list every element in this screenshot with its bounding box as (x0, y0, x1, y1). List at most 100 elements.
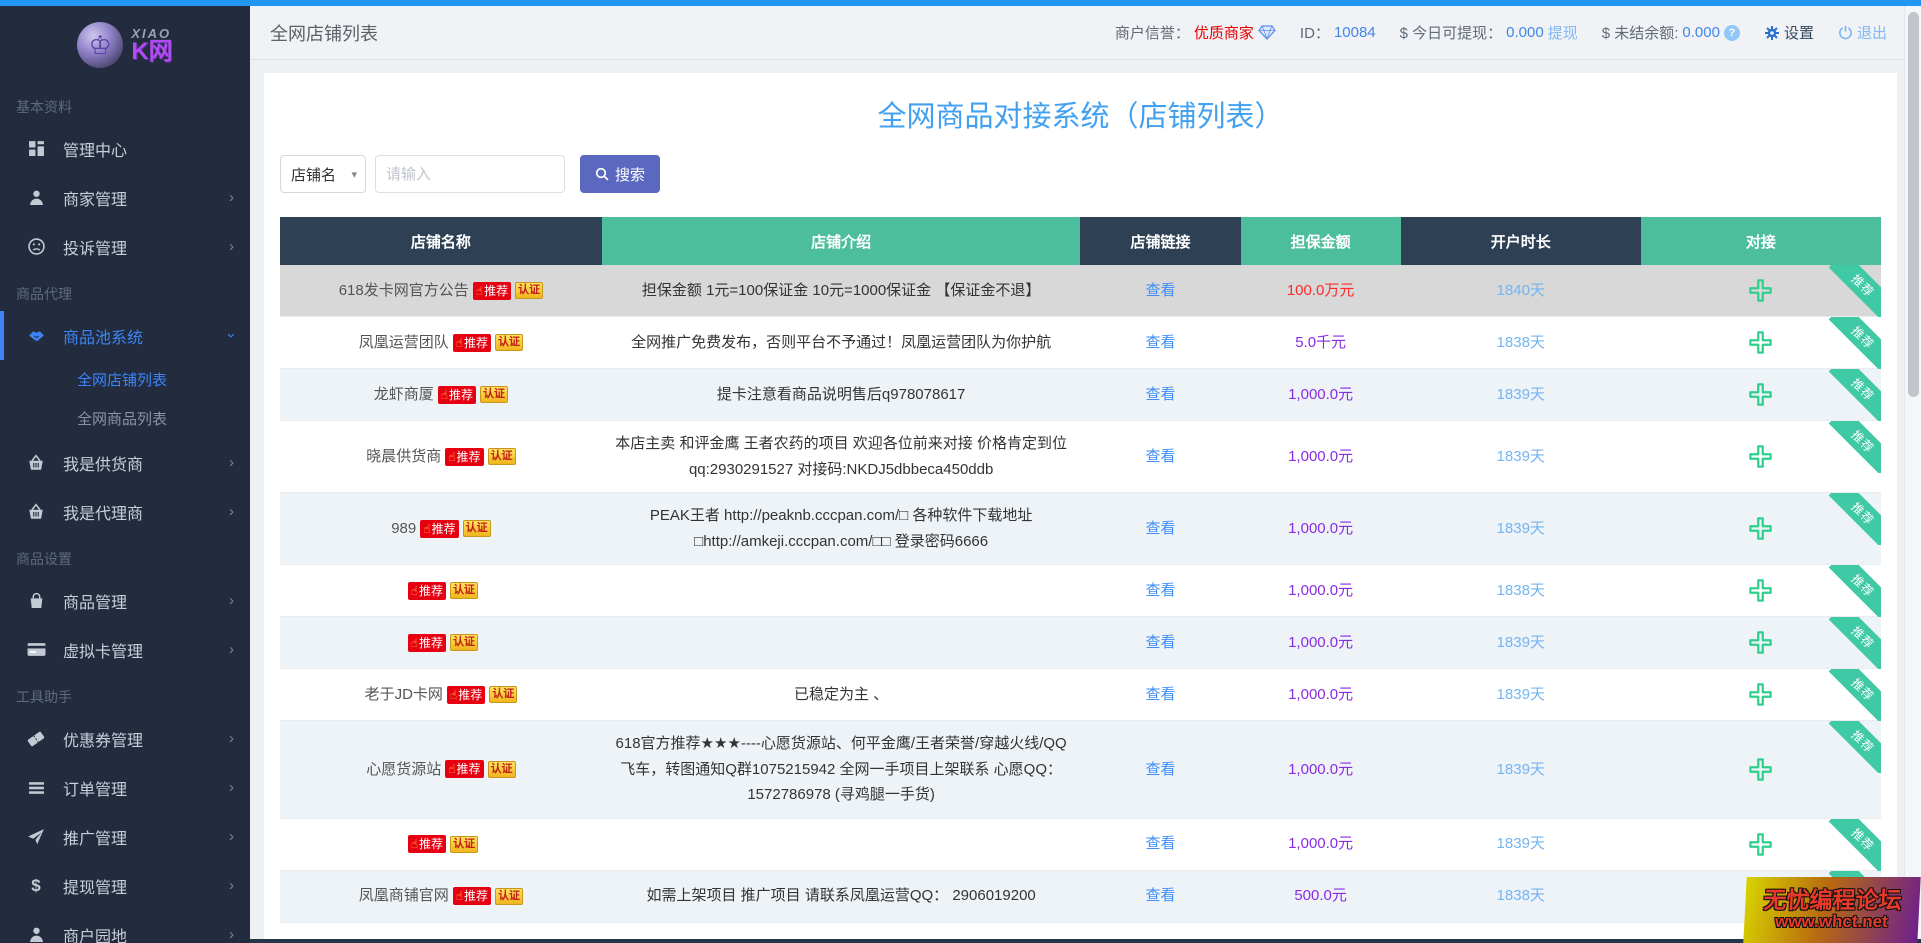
connect-plus-icon[interactable] (1747, 831, 1774, 858)
settings-button[interactable]: 设置 (1764, 22, 1814, 43)
view-link[interactable]: 查看 (1146, 382, 1176, 408)
connect-plus-icon[interactable] (1747, 681, 1774, 708)
user-icon (26, 189, 46, 206)
view-link[interactable]: 查看 (1146, 757, 1176, 783)
sidebar-item-order-mgmt[interactable]: 订单管理 › (0, 763, 250, 812)
table-header: 店铺名称 店铺介绍 店铺链接 担保金额 开户时长 对接 (280, 217, 1881, 265)
merchant-reputation: 商户信誉： 优质商家 (1115, 22, 1276, 43)
view-link[interactable]: 查看 (1146, 630, 1176, 656)
search-bar: 店铺名 ▾ 搜索 (280, 155, 1881, 193)
chevron-right-icon: › (229, 926, 234, 943)
sidebar-item-withdraw-mgmt[interactable]: $ 提现管理 › (0, 861, 250, 910)
connect-plus-icon[interactable] (1747, 277, 1774, 304)
chevron-right-icon: › (229, 503, 234, 520)
verified-badge: 认证 (495, 888, 523, 905)
view-link[interactable]: 查看 (1146, 330, 1176, 356)
scrollbar-thumb[interactable] (1908, 12, 1919, 397)
col-connect: 对接 (1641, 217, 1881, 265)
shop-intro: 如需上架项目 推广项目 请联系凤凰运营QQ： 2906019200 (602, 871, 1081, 922)
connect-plus-icon[interactable] (1747, 577, 1774, 604)
connect-plus-icon[interactable] (1747, 381, 1774, 408)
connect-plus-icon[interactable] (1747, 515, 1774, 542)
basket-icon (26, 503, 46, 521)
sidebar-item-product-mgmt[interactable]: 商品管理 › (0, 576, 250, 625)
thumb-up-icon: ☝ (450, 689, 457, 701)
account-age: 1839天 (1401, 421, 1641, 492)
guarantee-amount: 1,000.0元 (1241, 617, 1401, 668)
unsettled-balance: $ 未结余额: 0.000 ? (1602, 22, 1740, 43)
shop-intro (602, 819, 1081, 870)
recommend-badge: ☝推荐 (445, 448, 483, 466)
shop-name: 龙虾商厦 (374, 382, 434, 408)
guarantee-amount: 100.0万元 (1241, 265, 1401, 316)
col-account-age: 开户时长 (1401, 217, 1641, 265)
shop-intro (602, 565, 1081, 616)
handshake-icon (26, 326, 46, 345)
search-button[interactable]: 搜索 (580, 155, 660, 193)
shop-name: 老于JD卡网 (365, 682, 443, 708)
sidebar-item-merchant-mgmt[interactable]: 商家管理 › (0, 173, 250, 222)
guarantee-amount: 1,000.0元 (1241, 669, 1401, 720)
table-row: 凤凰商铺官网 ☝推荐 认证 如需上架项目 推广项目 请联系凤凰运营QQ： 290… (280, 871, 1881, 923)
recommend-badge: ☝推荐 (445, 760, 483, 778)
chevron-right-icon: › (229, 641, 234, 658)
shop-name: 凤凰运营团队 (359, 330, 449, 356)
chevron-expanded-icon: › (223, 333, 240, 338)
sidebar-item-coupon-mgmt[interactable]: 优惠券管理 › (0, 714, 250, 763)
account-age: 1839天 (1401, 721, 1641, 818)
guarantee-amount: 1,000.0元 (1241, 493, 1401, 564)
chevron-right-icon: › (229, 828, 234, 845)
thumb-up-icon: ☝ (448, 763, 455, 775)
sidebar-subitem-product-list[interactable]: 全网商品列表 (0, 399, 250, 438)
sidebar-item-admin-center[interactable]: 管理中心 (0, 124, 250, 173)
view-link[interactable]: 查看 (1146, 883, 1176, 909)
sidebar-item-product-pool[interactable]: 商品池系统 › (0, 311, 250, 360)
gear-icon (1764, 25, 1780, 41)
view-link[interactable]: 查看 (1146, 278, 1176, 304)
account-age: 1838天 (1401, 871, 1641, 922)
shop-name: 晓晨供货商 (366, 444, 441, 470)
withdraw-link[interactable]: 提现 (1548, 22, 1578, 43)
connect-plus-icon[interactable] (1747, 329, 1774, 356)
chevron-right-icon: › (229, 592, 234, 609)
sidebar-item-promotion-mgmt[interactable]: 推广管理 › (0, 812, 250, 861)
connect-plus-icon[interactable] (1747, 443, 1774, 470)
section-product-settings: 商品设置 (0, 536, 250, 576)
sidebar-item-merchant-garden[interactable]: 商户园地 › (0, 910, 250, 943)
col-guarantee: 担保金额 (1241, 217, 1401, 265)
sidebar-item-agent[interactable]: 我是代理商 › (0, 487, 250, 536)
section-tools: 工具助手 (0, 674, 250, 714)
view-link[interactable]: 查看 (1146, 831, 1176, 857)
section-basic-info: 基本资料 (0, 84, 250, 124)
logout-button[interactable]: 退出 (1838, 22, 1887, 43)
watermark: 无忧编程论坛 www.whct.net (1743, 877, 1920, 943)
chevron-right-icon: › (229, 877, 234, 894)
guarantee-amount: 500.0元 (1241, 871, 1401, 922)
table-row: 老于JD卡网 ☝推荐 认证 已稳定为主 、 查看 1,000.0元 1839天 … (280, 669, 1881, 721)
sidebar-item-complaint-mgmt[interactable]: 投诉管理 › (0, 222, 250, 271)
recommend-badge: ☝推荐 (447, 686, 485, 704)
sidebar-item-virtual-card-mgmt[interactable]: 虚拟卡管理 › (0, 625, 250, 674)
view-link[interactable]: 查看 (1146, 444, 1176, 470)
section-product-agency: 商品代理 (0, 271, 250, 311)
search-field-select[interactable]: 店铺名 ▾ (280, 155, 366, 193)
shop-name: 心愿货源站 (366, 757, 441, 783)
search-input[interactable] (375, 155, 565, 193)
account-age: 1839天 (1401, 819, 1641, 870)
view-link[interactable]: 查看 (1146, 578, 1176, 604)
table-row: 618发卡网官方公告 ☝推荐 认证 担保金额 1元=100保证金 10元=100… (280, 265, 1881, 317)
grid-icon (26, 140, 46, 157)
sidebar-subitem-shop-list[interactable]: 全网店铺列表 (0, 360, 250, 399)
view-link[interactable]: 查看 (1146, 682, 1176, 708)
shop-name: 989 (391, 516, 416, 542)
table-row: 凤凰运营团队 ☝推荐 认证 全网推广免费发布，否则平台不予通过！凤凰运营团队为你… (280, 317, 1881, 369)
help-icon[interactable]: ? (1724, 25, 1740, 41)
sidebar-item-supplier[interactable]: 我是供货商 › (0, 438, 250, 487)
guarantee-amount: 1,000.0元 (1241, 421, 1401, 492)
chevron-right-icon: › (229, 189, 234, 206)
view-link[interactable]: 查看 (1146, 516, 1176, 542)
connect-plus-icon[interactable] (1747, 756, 1774, 783)
dollar-icon: $ (26, 876, 46, 896)
thumb-up-icon: ☝ (411, 637, 418, 649)
connect-plus-icon[interactable] (1747, 629, 1774, 656)
